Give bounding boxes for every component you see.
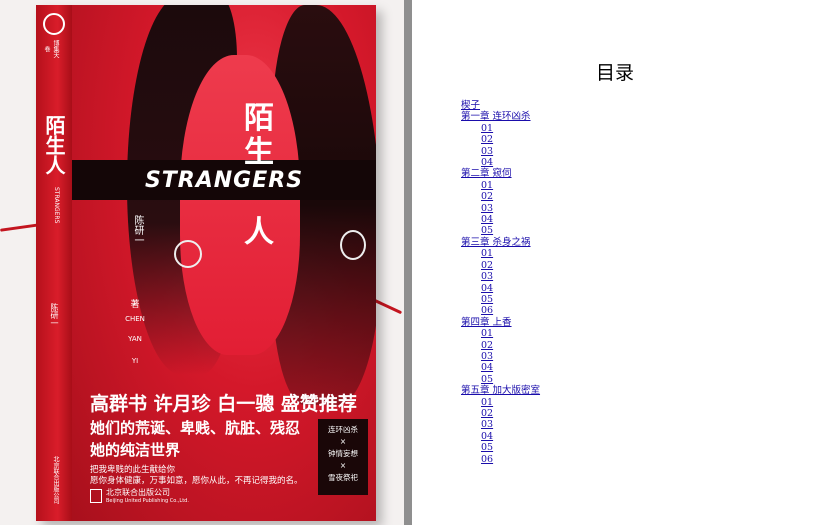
toc-section-link[interactable]: 01	[461, 248, 801, 259]
toc-section-link[interactable]: 04	[461, 157, 801, 168]
spine-logo-text: 博集天卷	[43, 40, 59, 58]
author-en-3: YI	[131, 357, 139, 365]
badge-line: 雪夜祭祀	[328, 473, 358, 482]
badge-line: 钟情妄想	[328, 449, 358, 458]
earring-icon	[340, 230, 366, 260]
toc-section-link[interactable]: 03	[461, 351, 801, 362]
toc-chapter-link[interactable]: 第一章 连环凶杀	[461, 111, 801, 122]
toc-section-link[interactable]: 02	[461, 260, 801, 271]
author-en-1: CHEN	[125, 315, 145, 323]
badge-line: ×	[339, 437, 347, 446]
title-char-3: 人	[244, 215, 274, 250]
earring-icon	[174, 240, 202, 268]
toc-section-link[interactable]: 04	[461, 283, 801, 294]
tagline-line-1: 她们的荒诞、卑贱、肮脏、残忍	[90, 419, 301, 437]
toc-section-link[interactable]: 03	[461, 203, 801, 214]
toc-section-link[interactable]: 03	[461, 271, 801, 282]
badge-line: ×	[339, 461, 347, 470]
blurb-line-2: 愿你身体健康，万事如意，愿你从此，不再记得我的名。	[90, 476, 303, 486]
tagline-line-2: 她的纯洁世界	[90, 441, 181, 459]
publisher-name-en: Beijing United Publishing Co.,Ltd.	[106, 498, 189, 504]
toc-section-link[interactable]: 04	[461, 214, 801, 225]
toc-section-link[interactable]: 05	[461, 374, 801, 385]
toc-section-link[interactable]: 05	[461, 225, 801, 236]
toc-section-link[interactable]: 01	[461, 180, 801, 191]
genre-badge: 连环凶杀 × 钟情妄想 × 雪夜祭祀	[318, 419, 368, 495]
publisher-mark: 北京联合出版公司 Beijing United Publishing Co.,L…	[90, 487, 189, 504]
toc-section-link[interactable]: 02	[461, 191, 801, 202]
toc-chapter-link[interactable]: 第三章 杀身之祸	[461, 237, 801, 248]
spine-author: 陈研一	[50, 303, 59, 327]
toc-section-link[interactable]: 01	[461, 397, 801, 408]
toc-chapter-link[interactable]: 第四章 上香	[461, 317, 801, 328]
front-cover: STRANGERS 陌 生 人 陈研一 著 CHEN YAN YI 高群书 许月…	[72, 5, 376, 521]
toc-section-link[interactable]: 06	[461, 305, 801, 316]
title-char-2: 生	[244, 135, 274, 170]
pane-divider[interactable]	[404, 0, 412, 525]
toc-page: 目录 楔子 第一章 连环凶杀 01 02 03 04 第二章 窥伺 01 02 03 04 05 第三章…	[412, 0, 818, 525]
toc-section-link[interactable]: 02	[461, 134, 801, 145]
author-suffix: 著	[130, 300, 140, 310]
toc-section-link[interactable]: 02	[461, 340, 801, 351]
toc-section-link[interactable]: 05	[461, 442, 801, 453]
badge-line: 连环凶杀	[328, 425, 358, 434]
toc-section-link[interactable]: 04	[461, 362, 801, 373]
recommenders: 高群书 许月珍 白一骢 盛赞推荐	[90, 393, 357, 415]
book-cover-panel: 博集天卷 陌生人 STRANGERS 陈研一 北京联合出版公司 STRANGER…	[0, 0, 404, 525]
publisher-logo-icon	[90, 488, 102, 503]
toc-title: 目录	[595, 62, 634, 84]
toc-section-link[interactable]: 04	[461, 431, 801, 442]
toc-chapter-link[interactable]: 第五章 加大版密室	[461, 385, 801, 396]
publisher-logo-icon	[43, 13, 65, 35]
paint-splash	[0, 223, 41, 232]
illustration-face	[180, 55, 300, 355]
spine-title: 陌生人	[42, 115, 66, 175]
book-spine: 博集天卷 陌生人 STRANGERS 陈研一 北京联合出版公司	[36, 5, 72, 521]
toc-section-link[interactable]: 06	[461, 454, 801, 465]
toc-section-link[interactable]: 01	[461, 328, 801, 339]
toc-list: 楔子 第一章 连环凶杀 01 02 03 04 第二章 窥伺 01 02 03 04 05 第三章 杀身…	[461, 100, 801, 465]
spine-english-title: STRANGERS	[53, 186, 60, 224]
spine-publisher: 北京联合出版公司	[52, 456, 59, 504]
author-en-2: YAN	[128, 335, 142, 343]
toc-section-link[interactable]: 05	[461, 294, 801, 305]
publisher-name: 北京联合出版公司	[106, 488, 170, 497]
toc-section-link[interactable]: 02	[461, 408, 801, 419]
toc-section-link[interactable]: 01	[461, 123, 801, 134]
book-cover: 博集天卷 陌生人 STRANGERS 陈研一 北京联合出版公司 STRANGER…	[36, 5, 376, 521]
toc-section-link[interactable]: 03	[461, 146, 801, 157]
toc-chapter-link[interactable]: 楔子	[461, 100, 801, 111]
toc-chapter-link[interactable]: 第二章 窥伺	[461, 168, 801, 179]
toc-section-link[interactable]: 03	[461, 419, 801, 430]
english-title: STRANGERS	[144, 167, 304, 193]
author-name: 陈研一	[132, 215, 143, 245]
